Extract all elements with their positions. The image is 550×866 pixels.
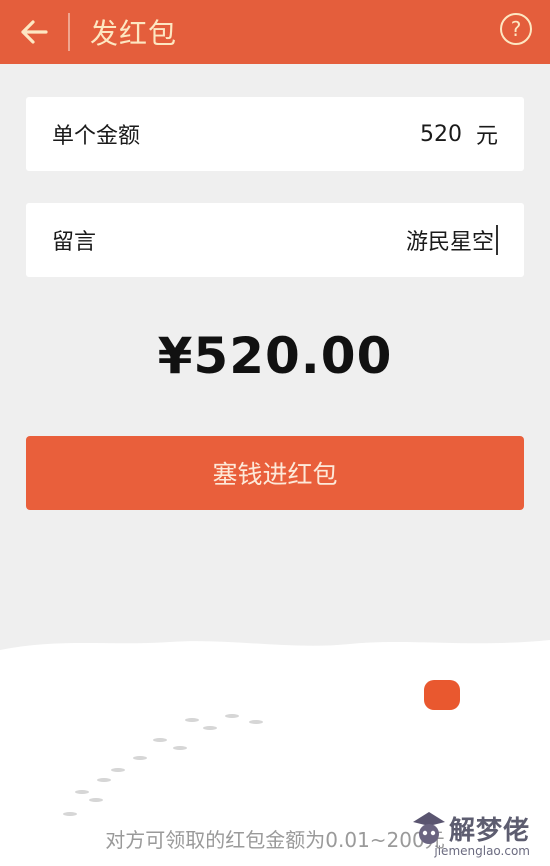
page-title: 发红包 [90,17,178,50]
watermark-url: jiemenglao.com [434,844,530,858]
watermark-logo: 解梦佬 jiemenglao.com [409,808,530,858]
text-cursor [496,225,498,255]
message-field[interactable]: 留言 游民星空 [26,203,524,277]
message-label: 留言 [52,230,97,255]
help-button[interactable]: ? [500,13,532,45]
message-value-group: 游民星空 [406,224,498,256]
submit-red-packet-button[interactable]: 塞钱进红包 [26,436,524,510]
total-amount: ¥520.00 [157,327,393,385]
arrow-left-icon [21,20,48,44]
message-input[interactable]: 游民星空 [406,224,494,256]
amount-field[interactable]: 单个金额 520 元 [26,97,524,171]
amount-value-group: 520 元 [420,118,498,150]
red-lantern-decoration [424,680,460,710]
amount-input[interactable]: 520 [420,122,462,147]
top-bar: 发红包 ? [0,0,550,64]
question-circle-icon: ? [510,17,522,41]
amount-label: 单个金额 [52,124,141,149]
watermark-text: 解梦佬 [448,815,530,846]
header-divider [68,13,70,51]
amount-unit: 元 [475,124,498,149]
mascot-icon [412,812,445,844]
back-button[interactable] [0,0,68,64]
